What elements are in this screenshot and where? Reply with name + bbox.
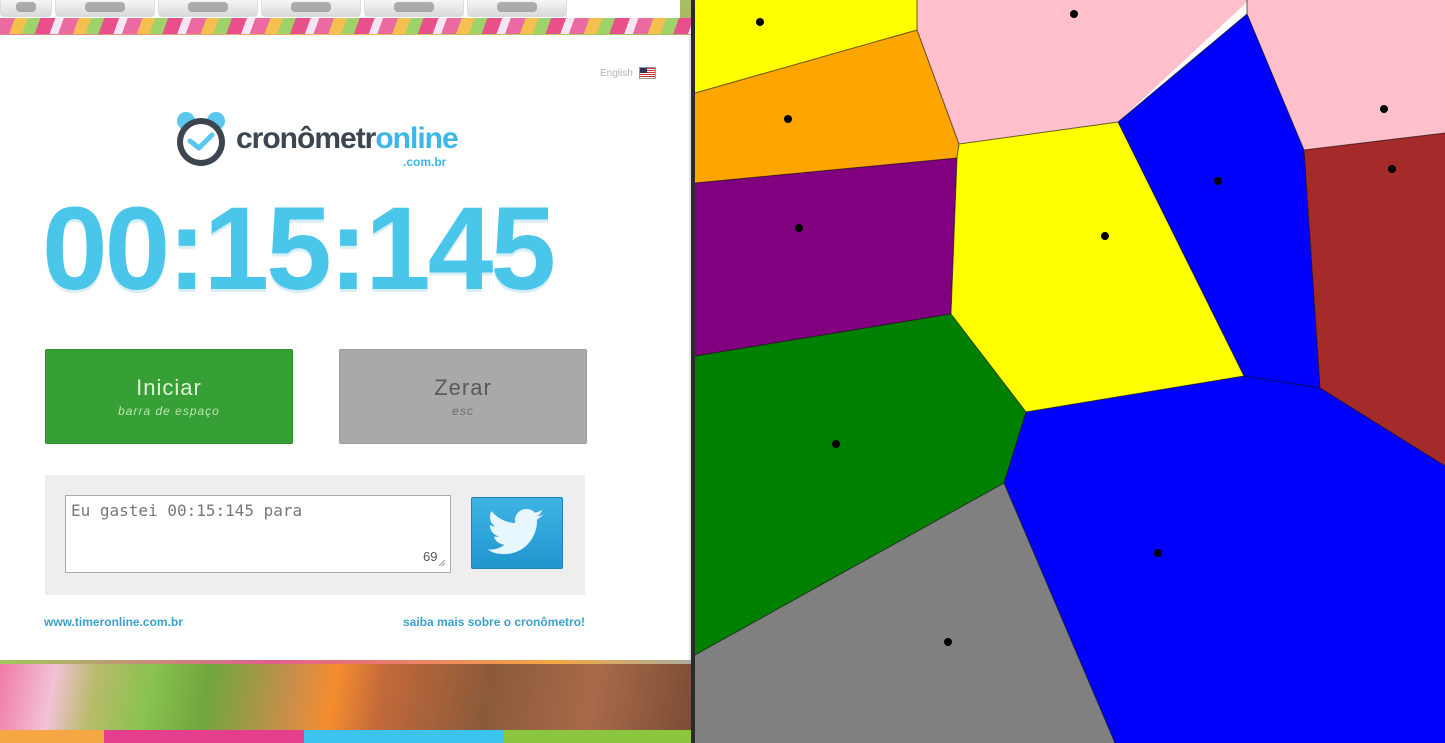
start-button-label: Iniciar <box>136 375 202 400</box>
ad-thumbnail[interactable] <box>261 0 361 17</box>
logo-domain-suffix: .com.br <box>403 155 447 169</box>
color-bar-segment <box>0 730 104 743</box>
voronoi-site-point[interactable] <box>1214 177 1222 185</box>
site-logo[interactable]: cronômetronline .com.br <box>174 110 474 170</box>
background-photo-top <box>0 18 693 34</box>
footer-color-bar <box>0 730 693 743</box>
twitter-bird-icon <box>487 509 544 555</box>
voronoi-site-point[interactable] <box>1070 10 1078 18</box>
voronoi-site-point[interactable] <box>832 440 840 448</box>
alarm-clock-icon <box>177 112 225 166</box>
color-bar-segment <box>104 730 304 743</box>
color-bar-segment <box>504 730 693 743</box>
ad-thumbnail[interactable] <box>158 0 258 17</box>
timer-display: 00:15:145 <box>42 183 556 315</box>
about-timer-link[interactable]: saiba mais sobre o cronômetro! <box>403 615 585 629</box>
reset-button-label: Zerar <box>434 375 492 400</box>
language-switch-link[interactable]: English <box>600 67 656 79</box>
voronoi-site-point[interactable] <box>1154 549 1162 557</box>
start-button[interactable]: Iniciar barra de espaço <box>45 349 293 444</box>
textarea-resize-handle[interactable] <box>439 560 445 566</box>
tweet-button[interactable] <box>471 497 563 569</box>
character-counter: 69 <box>423 549 438 564</box>
voronoi-site-point[interactable] <box>795 224 803 232</box>
ad-thumbnail[interactable] <box>55 0 155 17</box>
reset-button[interactable]: Zerar esc <box>339 349 587 444</box>
language-label[interactable]: English <box>600 68 633 79</box>
background-photo-bottom <box>0 664 693 730</box>
ad-thumbnail[interactable] <box>364 0 464 17</box>
voronoi-diagram-canvas[interactable] <box>695 0 1445 743</box>
share-panel: Eu gastei 00:15:145 para 69 <box>45 475 585 595</box>
logo-wordmark: cronômetronline <box>236 122 459 155</box>
reset-button-shortcut: esc <box>452 404 474 418</box>
timer-browser-window: English cronômetronline .com.br 00:15:14… <box>0 0 693 743</box>
timeronline-site-link[interactable]: www.timeronline.com.br <box>44 615 183 629</box>
voronoi-site-point[interactable] <box>944 638 952 646</box>
voronoi-site-point[interactable] <box>784 115 792 123</box>
uk-flag-icon[interactable] <box>638 67 656 79</box>
voronoi-site-point[interactable] <box>1101 232 1109 240</box>
tweet-textarea[interactable]: Eu gastei 00:15:145 para <box>65 495 451 573</box>
voronoi-site-point[interactable] <box>756 18 764 26</box>
voronoi-site-point[interactable] <box>1388 165 1396 173</box>
color-bar-segment <box>304 730 504 743</box>
ad-thumbnail[interactable] <box>467 0 567 17</box>
ad-banner-strip <box>0 0 680 18</box>
start-button-shortcut: barra de espaço <box>118 404 220 418</box>
voronoi-site-point[interactable] <box>1380 105 1388 113</box>
ad-thumbnail[interactable] <box>0 0 52 17</box>
